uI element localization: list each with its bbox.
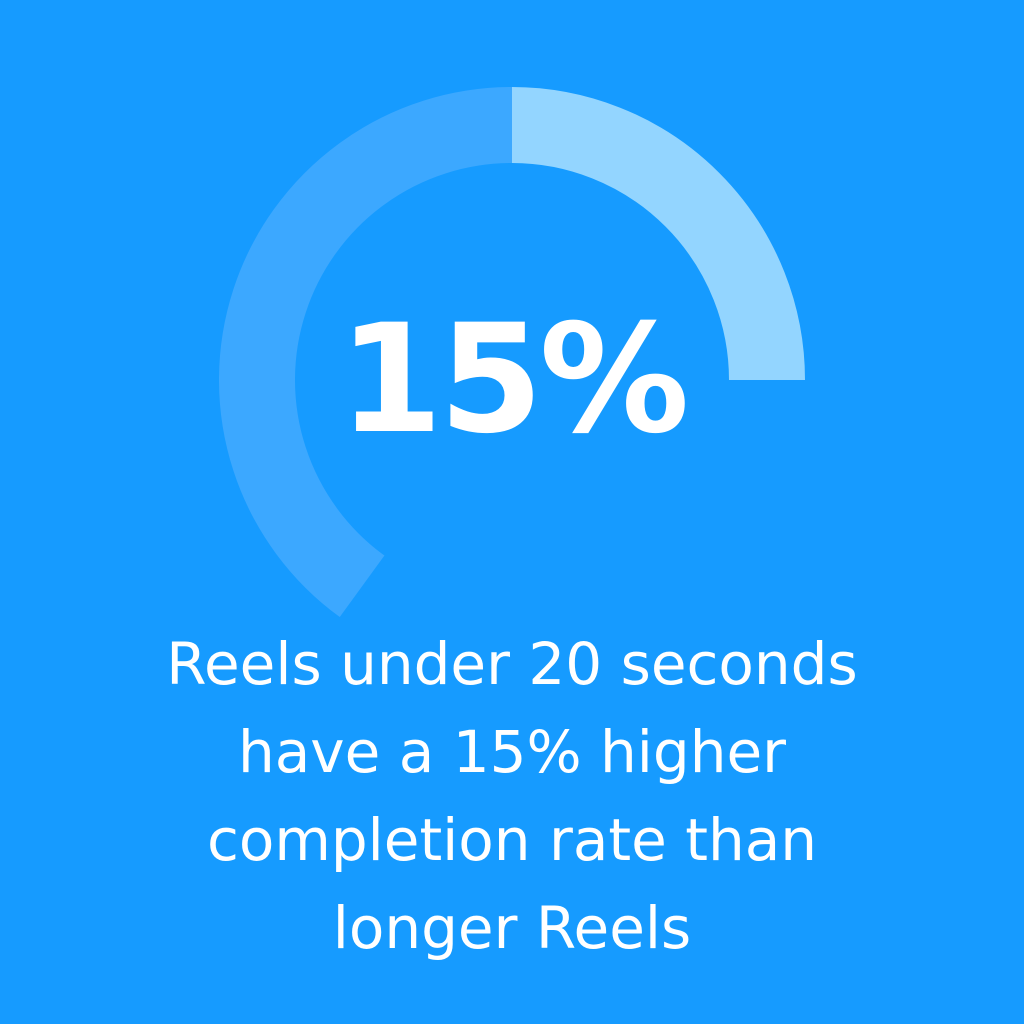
caption: Reels under 20 seconds have a 15% higher… — [60, 620, 964, 972]
caption-line-2: have a 15% higher — [237, 718, 787, 786]
caption-line-3: completion rate than — [206, 806, 818, 874]
caption-line-4: longer Reels — [332, 894, 692, 962]
gauge-value: 15% — [338, 293, 689, 467]
caption-line-1: Reels under 20 seconds — [166, 630, 858, 698]
